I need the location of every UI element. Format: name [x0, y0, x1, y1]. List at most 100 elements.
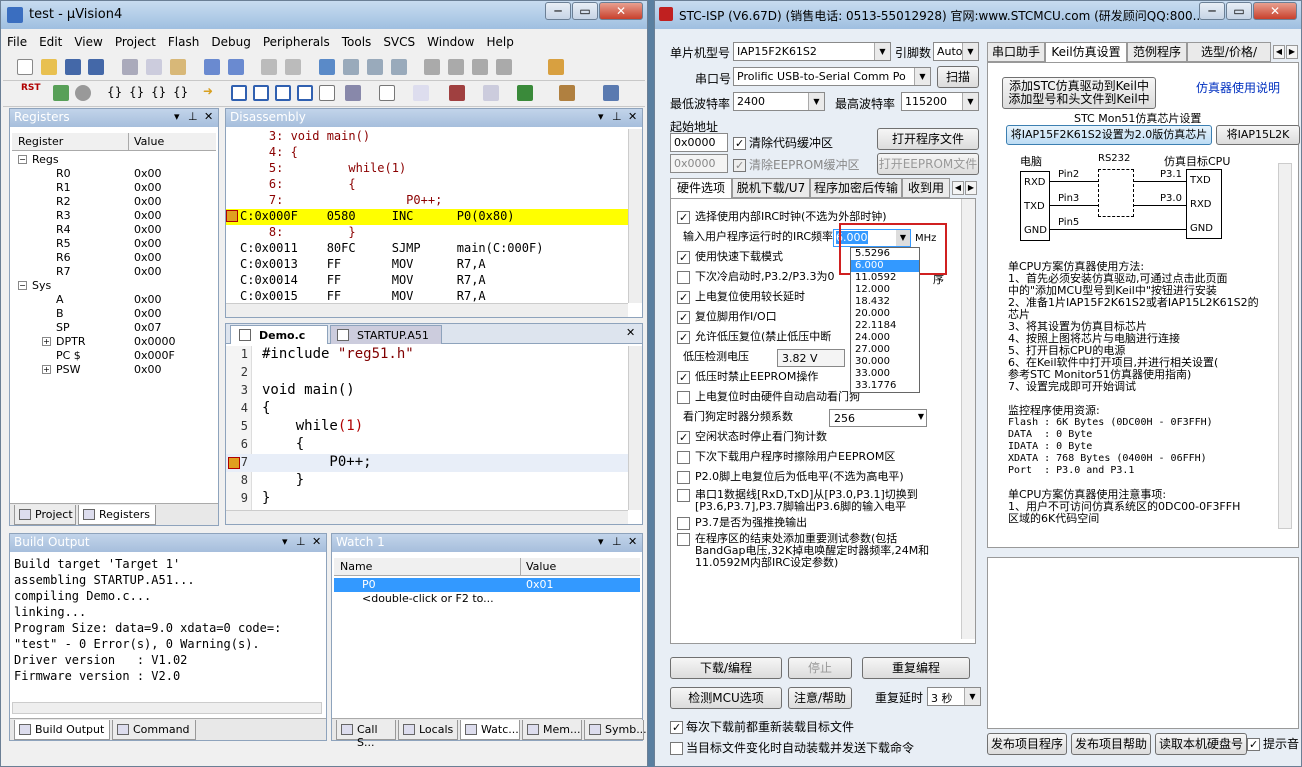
register-row[interactable]: SP 0x07	[12, 321, 216, 335]
maxbaud-select[interactable]: 115200 ▼	[901, 92, 979, 111]
col-value-header[interactable]: Value	[134, 135, 164, 148]
register-row[interactable]: R4 0x00	[12, 223, 216, 237]
menu-edit[interactable]: Edit	[33, 32, 68, 49]
hw-tab[interactable]: 硬件选项	[670, 178, 732, 198]
stc-minimize-button[interactable]: ─	[1199, 2, 1225, 20]
stop-button[interactable]: 停止	[788, 657, 852, 679]
memory-window-icon[interactable]	[379, 85, 395, 101]
register-row[interactable]: + PSW 0x00	[12, 363, 216, 377]
frequency-option[interactable]: 12.000	[851, 284, 919, 296]
collapse-icon[interactable]: −	[18, 155, 27, 164]
eeprom-addr-input[interactable]: 0x0000	[670, 154, 728, 173]
frequency-option[interactable]: 30.000	[851, 356, 919, 368]
build-dropdown-icon[interactable]: ▾	[282, 535, 288, 548]
register-row[interactable]: B 0x00	[12, 307, 216, 321]
frequency-option[interactable]: 33.1776	[851, 380, 919, 392]
disassembly-pin-icon[interactable]: ⊥	[612, 110, 622, 123]
scan-button[interactable]: 扫描	[937, 66, 979, 88]
repeat-delay-select[interactable]: 3 秒 ▼	[927, 687, 981, 706]
step-over-icon[interactable]: {}	[129, 85, 144, 99]
stc-close-button[interactable]: ✕	[1253, 2, 1297, 20]
register-row[interactable]: R1 0x00	[12, 181, 216, 195]
col-register-header[interactable]: Register	[18, 135, 63, 148]
reload-file-check[interactable]: 每次下载前都重新装载目标文件	[670, 718, 854, 735]
collapse-icon[interactable]: −	[18, 281, 27, 290]
set-iap15f-button[interactable]: 将IAP15F2K61S2设置为2.0版仿真芯片	[1006, 125, 1212, 145]
register-row[interactable]: + DPTR 0x0000	[12, 335, 216, 349]
frequency-option[interactable]: 22.1184	[851, 320, 919, 332]
editor-lines[interactable]: 1 #include "reg51.h" 2 3 void main() 4{5 whil…	[226, 346, 628, 510]
run-icon[interactable]	[53, 85, 69, 101]
read-disk-id-button[interactable]: 读取本机硬盘号	[1155, 733, 1247, 755]
menu-file[interactable]: File	[1, 32, 33, 49]
hw-option-checkbox[interactable]	[677, 331, 690, 344]
hw-tab[interactable]: 脱机下载/U7	[732, 178, 810, 198]
frequency-option[interactable]: 18.432	[851, 296, 919, 308]
publish-help-button[interactable]: 发布项目帮助	[1071, 733, 1151, 755]
expand-icon[interactable]: +	[42, 337, 51, 346]
redo-icon[interactable]	[227, 59, 244, 75]
register-row[interactable]: R7 0x00	[12, 265, 216, 279]
frequency-option[interactable]: 11.0592	[851, 272, 919, 284]
frequency-option[interactable]: 33.000	[851, 368, 919, 380]
uncomment-icon[interactable]	[495, 59, 512, 75]
registers-window-icon[interactable]	[297, 85, 313, 101]
show-next-statement-icon[interactable]: ➜	[203, 84, 213, 98]
mcu-select[interactable]: IAP15F2K61S2 ▼	[733, 42, 891, 61]
watch-pin-icon[interactable]: ⊥	[612, 535, 622, 548]
hw-option-checkbox[interactable]	[677, 271, 690, 284]
add-keil-button[interactable]: 添加STC仿真驱动到Keil中 添加型号和头文件到Keil中	[1002, 77, 1156, 109]
minimize-button[interactable]: ─	[545, 2, 571, 20]
indent-icon[interactable]	[424, 59, 441, 75]
menu-project[interactable]: Project	[109, 32, 162, 49]
register-row[interactable]: PC $ 0x000F	[12, 349, 216, 363]
hw-option-checkbox[interactable]	[677, 211, 690, 224]
frequency-option[interactable]: 5.5296	[851, 248, 919, 260]
build-close-icon[interactable]: ✕	[312, 535, 321, 548]
tab-calls[interactable]: Call S...	[336, 720, 396, 749]
register-row[interactable]: A 0x00	[12, 293, 216, 307]
watch-col-value[interactable]: Value	[526, 560, 556, 573]
download-button[interactable]: 下载/编程	[670, 657, 782, 679]
tab-project[interactable]: Project	[14, 505, 76, 525]
tab-watc[interactable]: Watc...	[460, 720, 520, 740]
frequency-option[interactable]: 24.000	[851, 332, 919, 344]
menu-help[interactable]: Help	[480, 32, 519, 49]
disassembly-dropdown-icon[interactable]: ▾	[598, 110, 604, 123]
hw-option-checkbox[interactable]	[677, 489, 690, 502]
hw-option-checkbox[interactable]	[677, 431, 690, 444]
menu-flash[interactable]: Flash	[162, 32, 205, 49]
disassembly-close-icon[interactable]: ✕	[628, 110, 637, 123]
detect-mcu-button[interactable]: 检测MCU选项	[670, 687, 782, 709]
watch-row[interactable]: <double-click or F2 to...	[334, 592, 640, 606]
hw-option-checkbox[interactable]	[677, 251, 690, 264]
frequency-option[interactable]: 6.000	[851, 260, 919, 272]
frequency-option[interactable]: 27.000	[851, 344, 919, 356]
toolbox-icon[interactable]	[559, 85, 575, 101]
open-eeprom-button[interactable]: 打开EEPROM文件	[877, 153, 979, 175]
register-row[interactable]: R0 0x00	[12, 167, 216, 181]
disassembly-vscrollbar[interactable]	[628, 129, 642, 303]
tab-scroll-left-icon[interactable]: ◀	[1273, 45, 1285, 59]
copy-icon[interactable]	[146, 59, 163, 75]
hw-option-checkbox[interactable]	[677, 471, 690, 484]
reprogram-button[interactable]: 重复编程	[862, 657, 970, 679]
watch-window-icon[interactable]	[345, 85, 361, 101]
hw-option-checkbox[interactable]	[677, 517, 690, 530]
call-stack-icon[interactable]	[319, 85, 335, 101]
tab-locals[interactable]: Locals	[398, 720, 458, 740]
open-file-icon[interactable]	[40, 59, 57, 75]
command-window-icon[interactable]	[231, 85, 247, 101]
register-row[interactable]: R2 0x00	[12, 195, 216, 209]
tab-scroll-left-icon[interactable]: ◀	[952, 181, 964, 195]
maximize-button[interactable]: ▭	[572, 2, 598, 20]
help-button[interactable]: 注意/帮助	[788, 687, 852, 709]
right-tab[interactable]: 串口助手	[987, 42, 1045, 62]
unindent-icon[interactable]	[448, 59, 465, 75]
step-out-icon[interactable]: {}	[151, 85, 166, 99]
clear-code-check[interactable]: 清除代码缓冲区	[733, 134, 833, 151]
run-to-cursor-icon[interactable]: {}	[173, 85, 188, 99]
registers-close-icon[interactable]: ✕	[204, 110, 213, 123]
save-icon[interactable]	[64, 59, 81, 75]
bookmark-next-icon[interactable]	[366, 59, 383, 75]
